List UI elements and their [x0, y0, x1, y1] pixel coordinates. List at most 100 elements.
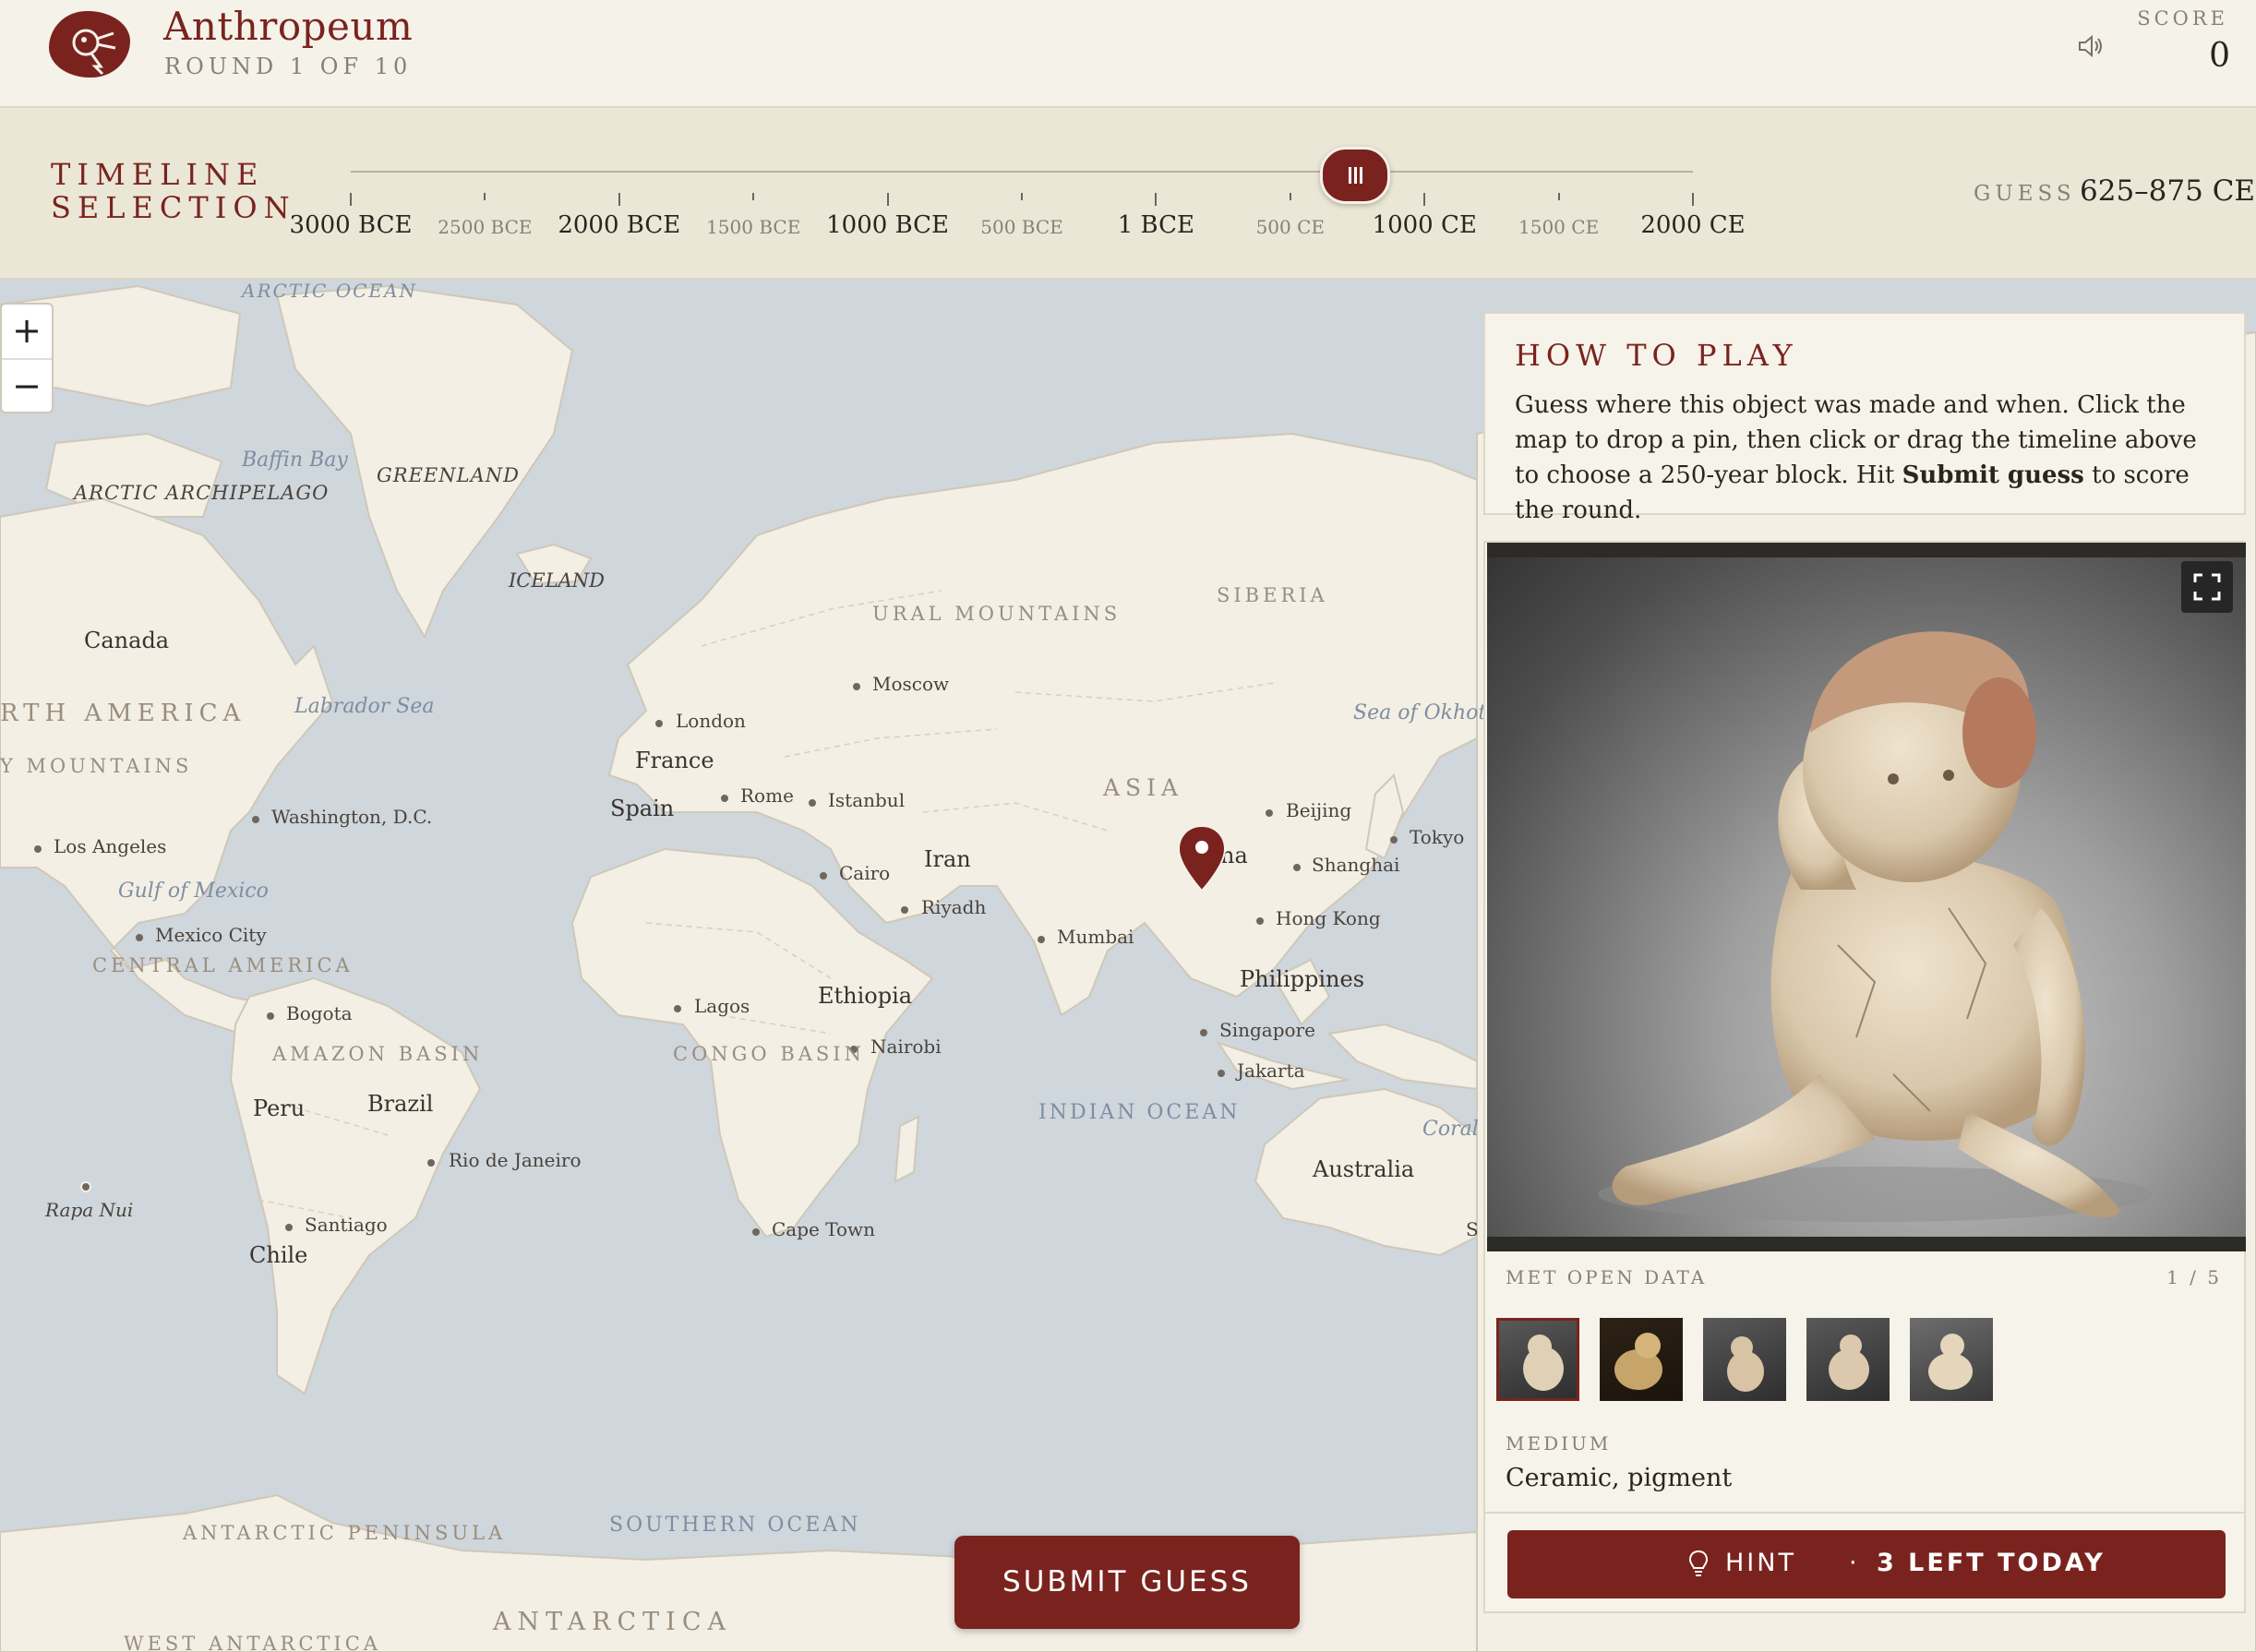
- app-title: Anthropeum: [163, 4, 414, 49]
- image-counter: 1 / 5: [2166, 1266, 2222, 1288]
- map-label-antarctic-peninsula: ANTARCTIC PENINSULA: [183, 1522, 507, 1544]
- zoom-control: + −: [0, 303, 54, 413]
- city-dot: [820, 872, 827, 880]
- city-dot: [34, 845, 42, 853]
- map-label-arctic-archipelago: ARCTIC ARCHIPELAGO: [74, 482, 330, 504]
- fullscreen-icon: [2193, 573, 2221, 601]
- thumbnail-4[interactable]: [1806, 1318, 1890, 1401]
- map-label-central-america: CENTRAL AMERICA: [92, 954, 354, 976]
- map-label-ural-mountains: URAL MOUNTAINS: [872, 603, 1122, 625]
- how-to-play-title: HOW TO PLAY: [1515, 338, 1798, 373]
- map-label-philippines: Philippines: [1240, 966, 1365, 992]
- map-label-rocky-mountains: Y MOUNTAINS: [0, 755, 193, 777]
- timeline-tick: [1289, 193, 1291, 200]
- timeline-tick: [1155, 193, 1158, 206]
- object-photo[interactable]: [1487, 543, 2246, 1251]
- score-label: SCORE: [2137, 7, 2228, 30]
- map-label-los-angeles: Los Angeles: [54, 835, 167, 857]
- round-indicator: ROUND 1 OF 10: [164, 54, 413, 79]
- map-label-santiago: Santiago: [305, 1214, 388, 1236]
- thumbnail-2[interactable]: [1600, 1318, 1683, 1401]
- timeline-tick-label[interactable]: 2000 BCE: [558, 211, 680, 239]
- thumbnail-image: [1829, 1335, 1869, 1390]
- hint-button[interactable]: HINT · 3 LEFT TODAY: [1507, 1530, 2226, 1598]
- timeline-tick-label[interactable]: 2000 CE: [1640, 211, 1745, 239]
- map-label-rio-de-janeiro: Rio de Janeiro: [449, 1149, 582, 1171]
- zoom-in-button[interactable]: +: [2, 305, 52, 358]
- timeline-tick-label[interactable]: 2500 BCE: [438, 216, 532, 238]
- map-label-chile: Chile: [249, 1242, 308, 1268]
- medium-value: Ceramic, pigment: [1506, 1464, 1733, 1492]
- timeline-tick-label[interactable]: 1500 CE: [1518, 216, 1599, 238]
- thumbnail-image: [1928, 1334, 1973, 1390]
- submit-guess-button[interactable]: SUBMIT GUESS: [954, 1536, 1300, 1629]
- city-dot: [1038, 936, 1045, 943]
- map-label-tokyo: Tokyo: [1410, 826, 1465, 848]
- thumbnail-3[interactable]: [1703, 1318, 1786, 1401]
- timeline-tick-label[interactable]: 1000 CE: [1373, 211, 1477, 239]
- timeline-tick-label[interactable]: 500 CE: [1256, 216, 1325, 238]
- sound-toggle-button[interactable]: [2077, 33, 2105, 59]
- hint-label: HINT: [1725, 1549, 1796, 1577]
- timeline-tick: [350, 193, 352, 206]
- object-panel: MET OPEN DATA 1 / 5 MEDIUM Ceramic, pigm…: [1483, 541, 2246, 1613]
- map-label-gulf-of-mexico: Gulf of Mexico: [118, 880, 269, 903]
- map-label-spain: Spain: [610, 796, 675, 821]
- zoom-out-button[interactable]: −: [2, 360, 52, 413]
- timeline-tick-label[interactable]: 1000 BCE: [826, 211, 949, 239]
- hint-remaining: 3 LEFT TODAY: [1877, 1549, 2106, 1577]
- map-label-ethiopia: Ethiopia: [818, 983, 913, 1009]
- grip-icon: [1349, 167, 1362, 184]
- thumbnail-image: [1614, 1333, 1662, 1390]
- map-label-mumbai: Mumbai: [1057, 926, 1134, 948]
- map-label-indian-ocean: INDIAN OCEAN: [1038, 1101, 1241, 1124]
- map-label-southern-ocean: SOUTHERN OCEAN: [609, 1514, 861, 1537]
- city-dot: [1390, 836, 1398, 844]
- city-dot: [285, 1224, 293, 1231]
- map-label-canada: Canada: [84, 628, 170, 653]
- timeline-tick-label[interactable]: 1500 BCE: [706, 216, 800, 238]
- city-dot: [80, 1181, 91, 1192]
- bird-emblem-icon: [72, 29, 116, 76]
- city-dot: [1256, 917, 1264, 925]
- timeline-tick-label[interactable]: 500 BCE: [980, 216, 1063, 238]
- thumbnail-image: [1523, 1335, 1564, 1391]
- timeline-tick: [1557, 193, 1560, 200]
- map-label-greenland: GREENLAND: [377, 464, 520, 486]
- timeline-tick-label[interactable]: 1 BCE: [1118, 211, 1194, 239]
- map-label-nairobi: Nairobi: [870, 1035, 942, 1058]
- timeline-handle[interactable]: [1320, 147, 1390, 204]
- map-label-antarctica: ANTARCTICA: [493, 1608, 732, 1636]
- timeline-tick: [1423, 193, 1426, 206]
- timeline-tick: [1021, 193, 1023, 200]
- guess-value: 625–875 CE: [2080, 174, 2256, 208]
- object-photo-backdrop: [1487, 557, 2246, 1237]
- map-label-cairo: Cairo: [839, 862, 891, 884]
- map-label-shanghai: Shanghai: [1312, 854, 1400, 876]
- app-logo: [49, 11, 130, 78]
- map-label-peru: Peru: [253, 1095, 306, 1121]
- map-label-asia: ASIA: [1103, 774, 1184, 801]
- map-label-baffin-bay: Baffin Bay: [242, 449, 348, 472]
- map-label-bogota: Bogota: [286, 1002, 353, 1024]
- city-dot: [1266, 809, 1273, 817]
- city-dot: [427, 1159, 435, 1167]
- map-label-beijing: Beijing: [1286, 799, 1352, 821]
- speaker-icon: [2079, 34, 2102, 58]
- map-label-brazil: Brazil: [367, 1091, 434, 1117]
- map-label-amazon-basin: AMAZON BASIN: [272, 1043, 484, 1065]
- timeline-track[interactable]: [351, 171, 1693, 173]
- map-label-mexico-city: Mexico City: [155, 924, 267, 946]
- map-label-iran: Iran: [924, 846, 971, 872]
- medium-label: MEDIUM: [1506, 1432, 1612, 1454]
- timeline-title: TIMELINE SELECTION: [51, 158, 296, 225]
- city-dot: [1218, 1070, 1225, 1077]
- map-pin-icon[interactable]: [1176, 824, 1228, 892]
- timeline-tick-label[interactable]: 3000 BCE: [290, 211, 413, 239]
- timeline-title-line2: SELECTION: [51, 190, 296, 225]
- expand-image-button[interactable]: [2181, 561, 2233, 613]
- thumbnail-1[interactable]: [1496, 1318, 1579, 1401]
- thumbnail-5[interactable]: [1910, 1318, 1993, 1401]
- city-dot: [1200, 1029, 1207, 1036]
- map-label-singapore: Singapore: [1219, 1019, 1315, 1041]
